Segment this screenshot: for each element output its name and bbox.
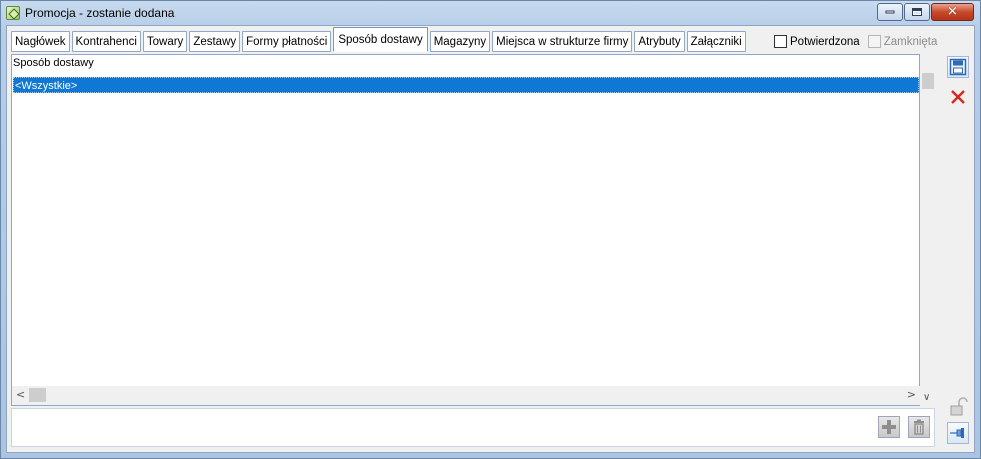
scroll-right-arrow-icon[interactable]: > xyxy=(907,388,916,401)
title-bar[interactable]: Promocja - zostanie dodana ✕ xyxy=(1,1,980,25)
status-checkboxes: Potwierdzona Zamknięta xyxy=(774,35,937,48)
close-icon: ✕ xyxy=(947,4,958,20)
vertical-scroll-thumb[interactable] xyxy=(922,73,934,89)
column-header-sposob-dostawy[interactable]: Sposób dostawy xyxy=(12,57,918,73)
checkbox-box xyxy=(867,35,881,48)
tab-sposob-dostawy[interactable]: Sposób dostawy xyxy=(333,27,428,52)
maximize-button[interactable] xyxy=(904,3,930,21)
delete-button[interactable] xyxy=(908,416,930,438)
closed-checkbox: Zamknięta xyxy=(867,35,938,48)
add-button[interactable] xyxy=(878,416,900,438)
minimize-icon xyxy=(885,10,895,14)
plus-icon xyxy=(882,420,896,434)
table-row[interactable]: <Wszystkie> xyxy=(13,77,919,93)
tab-miejsca-w-strukturze-firmy[interactable]: Miejsca w strukturze firmy xyxy=(492,31,633,52)
pushpin-icon xyxy=(950,428,964,438)
confirmed-label: Potwierdzona xyxy=(790,35,860,48)
tab-strip: Nagłówek Kontrahenci Towary Zestawy Form… xyxy=(11,27,746,52)
tab-zalaczniki[interactable]: Załączniki xyxy=(686,31,746,52)
tab-formy-platnosci[interactable]: Formy płatności xyxy=(242,31,332,52)
app-icon xyxy=(6,6,20,20)
scroll-left-arrow-icon[interactable]: < xyxy=(16,388,25,401)
tab-magazyny[interactable]: Magazyny xyxy=(429,31,491,52)
closed-label: Zamknięta xyxy=(883,35,938,48)
red-x-icon xyxy=(951,90,965,104)
minimize-button[interactable] xyxy=(877,3,903,21)
tab-towary[interactable]: Towary xyxy=(142,31,188,52)
pin-button[interactable] xyxy=(947,422,969,444)
lock-button[interactable] xyxy=(947,396,969,418)
padlock-icon xyxy=(950,397,968,416)
window-controls: ✕ xyxy=(877,3,974,21)
close-button[interactable]: ✕ xyxy=(931,3,974,21)
tab-atrybuty[interactable]: Atrybuty xyxy=(634,31,685,52)
window-title: Promocja - zostanie dodana xyxy=(25,6,175,20)
floppy-disk-icon xyxy=(949,58,967,76)
checkbox-box[interactable] xyxy=(774,35,787,48)
window: Promocja - zostanie dodana ✕ Nagłówek Ko… xyxy=(0,0,981,459)
tab-kontrahenci[interactable]: Kontrahenci xyxy=(71,31,141,52)
window-client-area: Nagłówek Kontrahenci Towary Zestawy Form… xyxy=(6,25,975,453)
save-button[interactable] xyxy=(947,56,969,78)
tab-naglowek[interactable]: Nagłówek xyxy=(11,31,70,52)
horizontal-scroll-thumb[interactable] xyxy=(29,388,46,402)
confirmed-checkbox[interactable]: Potwierdzona xyxy=(774,35,860,48)
tab-zestawy[interactable]: Zestawy xyxy=(189,31,241,52)
horizontal-scrollbar[interactable]: < > xyxy=(12,386,920,405)
cancel-button[interactable] xyxy=(947,86,969,108)
maximize-icon xyxy=(912,8,922,16)
delivery-method-grid[interactable]: Sposób dostawy <Wszystkie> ∨ < > xyxy=(11,54,936,406)
grid-toolbar xyxy=(11,408,935,447)
trash-icon xyxy=(914,419,924,435)
vertical-scrollbar[interactable]: ∨ xyxy=(920,71,936,405)
scroll-down-arrow-icon[interactable]: ∨ xyxy=(923,392,930,403)
